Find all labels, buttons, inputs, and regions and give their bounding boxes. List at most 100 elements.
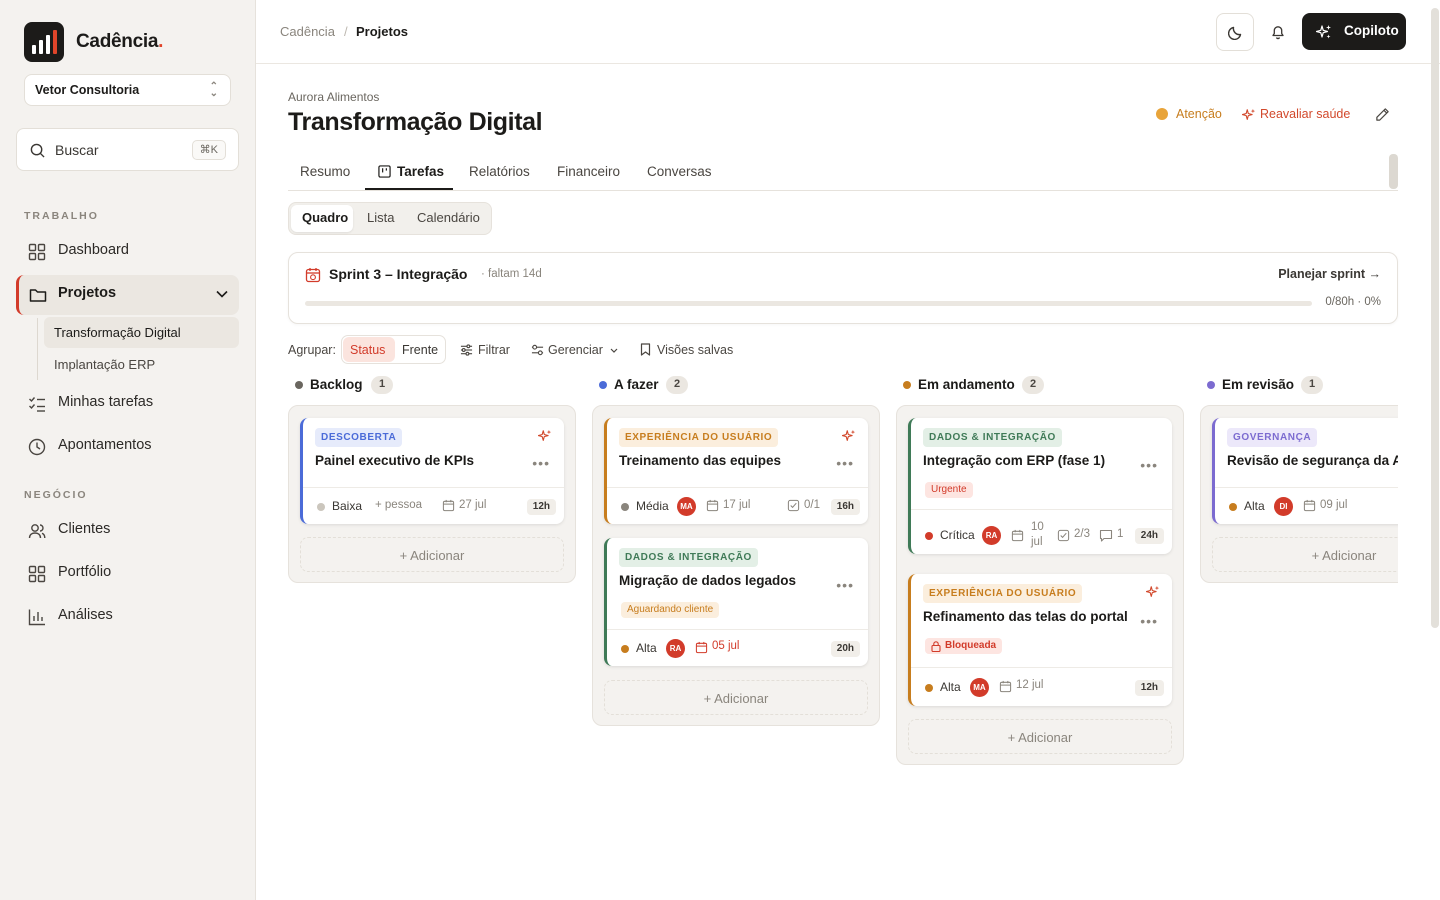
view-calendario[interactable]: Calendário xyxy=(417,210,480,225)
breadcrumb-root[interactable]: Cadência xyxy=(280,24,335,39)
bar-chart-icon xyxy=(28,609,45,626)
due-date: 17 jul xyxy=(723,499,751,511)
add-card-button[interactable]: + Adicionar xyxy=(300,537,564,572)
sidebar-item-dashboard[interactable]: Dashboard xyxy=(16,232,239,270)
task-card[interactable]: DADOS & INTEGRAÇÃO Migração de dados leg… xyxy=(604,538,868,666)
notifications-button[interactable] xyxy=(1259,13,1297,51)
tab-financeiro[interactable]: Financeiro xyxy=(557,164,620,179)
sidebar-item-clientes[interactable]: Clientes xyxy=(16,511,239,549)
page-scrollbar[interactable] xyxy=(1431,8,1439,628)
task-card[interactable]: DADOS & INTEGRAÇÃO Integração com ERP (f… xyxy=(908,418,1172,554)
tab-conversas[interactable]: Conversas xyxy=(647,164,712,179)
column-em-andamento: DADOS & INTEGRAÇÃO Integração com ERP (f… xyxy=(896,405,1184,765)
tabs-scrollbar[interactable] xyxy=(1389,154,1398,189)
plan-sprint-button[interactable]: Planejar sprint → xyxy=(1278,267,1381,281)
view-lista[interactable]: Lista xyxy=(367,210,394,225)
tab-label: Tarefas xyxy=(397,164,445,179)
avatar[interactable]: MA xyxy=(970,678,989,697)
task-card[interactable]: DESCOBERTA Painel executivo de KPIs ••• … xyxy=(300,418,564,524)
sparkles-icon[interactable] xyxy=(842,429,856,443)
copilot-button[interactable]: Copiloto xyxy=(1302,13,1406,50)
column-count: 2 xyxy=(666,376,688,394)
workspace-name: Vetor Consultoria xyxy=(35,83,140,97)
checkbox-icon xyxy=(1057,529,1070,542)
sliders-icon xyxy=(460,344,473,356)
view-quadro[interactable]: Quadro xyxy=(302,210,348,225)
priority-dot xyxy=(317,503,325,511)
tab-tarefas[interactable]: Tarefas xyxy=(378,164,444,179)
add-card-button[interactable]: + Adicionar xyxy=(1212,537,1398,572)
filter-label: Filtrar xyxy=(478,343,510,357)
workspace-switcher[interactable]: Vetor Consultoria ⌃ ⌄ xyxy=(24,74,231,106)
task-card[interactable]: EXPERIÊNCIA DO USUÁRIO Treinamento das e… xyxy=(604,418,868,524)
search-label: Buscar xyxy=(55,142,99,158)
avatar[interactable]: MA xyxy=(677,497,696,516)
add-card-button[interactable]: + Adicionar xyxy=(908,719,1172,754)
filter-button[interactable]: Filtrar xyxy=(460,343,510,357)
card-divider xyxy=(303,487,564,488)
task-title: Painel executivo de KPIs xyxy=(315,453,475,468)
avatar[interactable]: RA xyxy=(666,639,685,658)
logo-icon xyxy=(24,22,64,62)
column-status-dot xyxy=(903,381,911,389)
plus-icon: + xyxy=(1007,730,1019,745)
tab-relatorios[interactable]: Relatórios xyxy=(469,164,530,179)
add-label: Adicionar xyxy=(1322,548,1377,563)
reassess-label: Reavaliar saúde xyxy=(1260,107,1351,121)
saved-views-button[interactable]: Visões salvas xyxy=(640,343,733,357)
task-card[interactable]: GOVERNANÇA Revisão de segurança da A Alt… xyxy=(1212,418,1398,524)
add-label: Adicionar xyxy=(410,548,465,563)
plus-icon: + xyxy=(703,691,715,706)
manage-button[interactable]: Gerenciar xyxy=(531,343,618,357)
edit-icon[interactable] xyxy=(1375,107,1390,122)
sidebar-project-transformacao[interactable]: Transformação Digital xyxy=(44,317,239,348)
lock-icon xyxy=(931,641,941,652)
tab-resumo[interactable]: Resumo xyxy=(300,164,350,179)
due-date-overdue: 05 jul xyxy=(712,640,740,652)
group-status[interactable]: Status xyxy=(350,343,385,357)
add-label: Adicionar xyxy=(1018,730,1073,745)
project-tabs: Resumo Tarefas Relatórios Financeiro Con… xyxy=(288,154,1398,191)
sidebar-item-minhas-tarefas[interactable]: Minhas tarefas xyxy=(16,384,239,422)
search-button[interactable]: Buscar ⌘K xyxy=(16,128,239,171)
task-title: Treinamento das equipes xyxy=(619,453,782,468)
more-options-icon[interactable]: ••• xyxy=(836,455,854,471)
sidebar-item-portfolio[interactable]: Portfólio xyxy=(16,554,239,592)
sidebar-item-analises[interactable]: Análises xyxy=(16,597,239,635)
more-options-icon[interactable]: ••• xyxy=(836,577,854,593)
avatar[interactable]: DI xyxy=(1274,497,1293,516)
grid-icon xyxy=(28,565,46,583)
estimate-hours: 12h xyxy=(526,499,556,515)
sidebar-project-erp[interactable]: Implantação ERP xyxy=(44,349,239,380)
more-options-icon[interactable]: ••• xyxy=(1140,613,1158,629)
moon-icon xyxy=(1228,26,1242,40)
checklist-count: 2/3 xyxy=(1074,528,1090,540)
bell-icon xyxy=(1272,26,1284,40)
add-card-button[interactable]: + Adicionar xyxy=(604,680,868,715)
sparkles-icon[interactable] xyxy=(538,429,552,443)
more-options-icon[interactable]: ••• xyxy=(1140,457,1158,473)
client-name[interactable]: Aurora Alimentos xyxy=(288,90,379,104)
priority-dot xyxy=(621,503,629,511)
sidebar-item-label: Apontamentos xyxy=(58,437,152,453)
reassess-health-button[interactable]: Reavaliar saúde xyxy=(1242,107,1350,121)
task-card[interactable]: EXPERIÊNCIA DO USUÁRIO Refinamento das t… xyxy=(908,574,1172,706)
search-icon xyxy=(30,143,45,158)
group-frente[interactable]: Frente xyxy=(402,343,438,357)
add-assignee-button[interactable]: + pessoa xyxy=(375,499,422,511)
avatar[interactable]: RA xyxy=(982,526,1001,545)
column-backlog: DESCOBERTA Painel executivo de KPIs ••• … xyxy=(288,405,576,583)
sparkles-icon[interactable] xyxy=(1146,585,1160,599)
theme-toggle-button[interactable] xyxy=(1216,13,1254,51)
chevron-down-icon[interactable] xyxy=(216,290,228,298)
group-by-label: Agrupar: xyxy=(288,343,336,357)
checklist-icon xyxy=(29,397,45,412)
card-divider xyxy=(1215,487,1398,488)
more-options-icon[interactable]: ••• xyxy=(532,455,550,471)
sidebar-item-projetos[interactable]: Projetos xyxy=(16,275,239,315)
sidebar-item-label: Clientes xyxy=(58,521,111,537)
sidebar-item-apontamentos[interactable]: Apontamentos xyxy=(16,427,239,465)
health-status[interactable]: Atenção xyxy=(1156,107,1222,121)
settings-sliders-icon xyxy=(531,344,544,356)
category-tag: EXPERIÊNCIA DO USUÁRIO xyxy=(619,428,779,447)
